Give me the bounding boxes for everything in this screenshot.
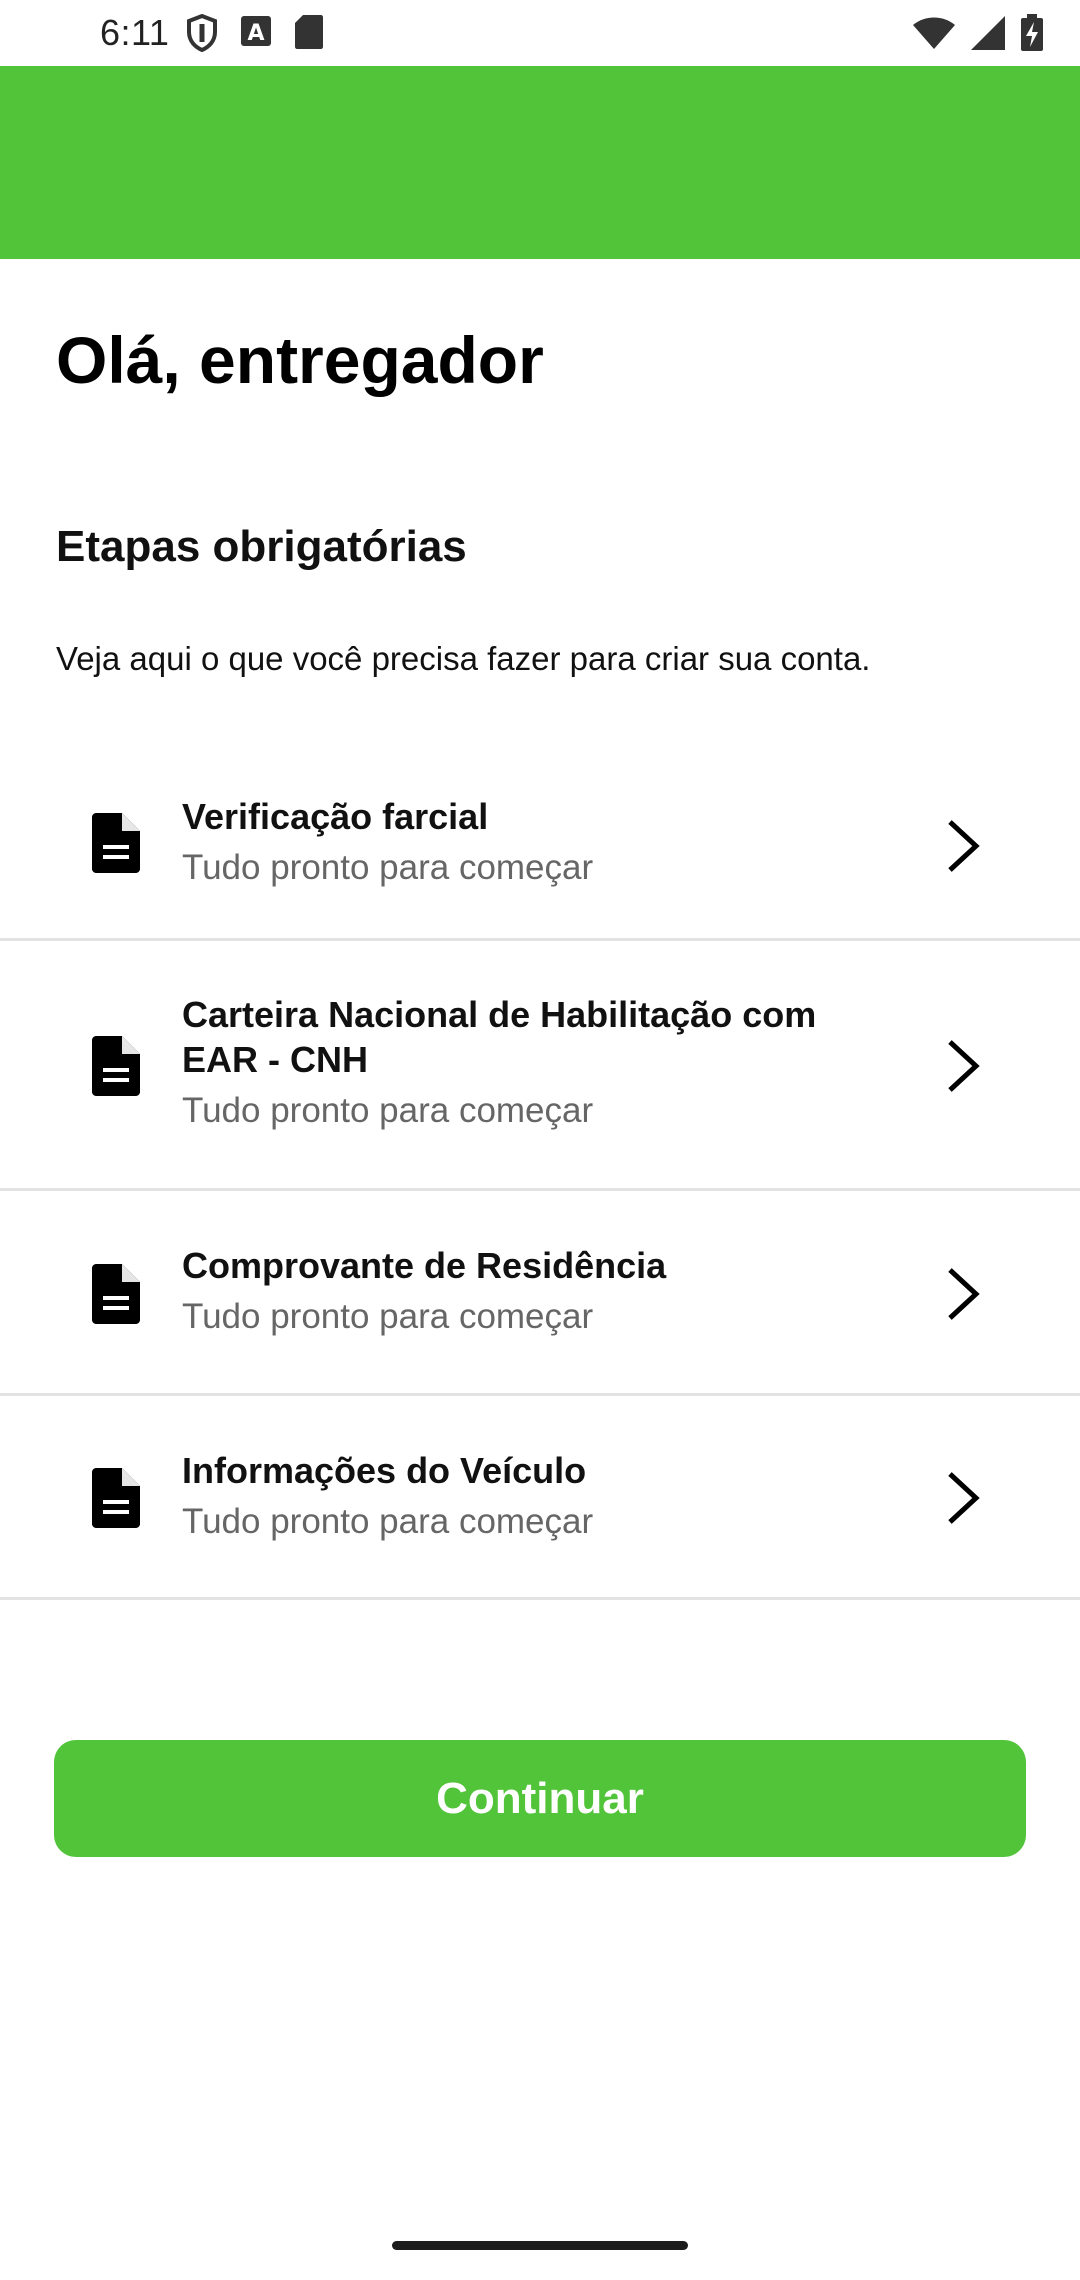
step-item-vehicle-info[interactable]: Informações do Veículo Tudo pronto para … bbox=[0, 1396, 1080, 1600]
section-description: Veja aqui o que você precisa fazer para … bbox=[56, 640, 871, 677]
continue-button[interactable]: Continuar bbox=[54, 1740, 1026, 1857]
step-item-proof-of-residence[interactable]: Comprovante de Residência Tudo pronto pa… bbox=[0, 1191, 1080, 1396]
document-icon bbox=[92, 1468, 140, 1528]
status-system-icons bbox=[912, 14, 1044, 52]
chevron-right-icon bbox=[944, 1038, 984, 1094]
status-time: 6:11 bbox=[100, 12, 170, 53]
sd-card-icon bbox=[294, 14, 324, 52]
home-indicator[interactable] bbox=[392, 2241, 688, 2250]
document-icon bbox=[92, 813, 140, 873]
shield-icon bbox=[186, 14, 218, 52]
cell-signal-icon bbox=[970, 15, 1006, 51]
step-title: Verificação farcial bbox=[182, 796, 489, 837]
step-title: Comprovante de Residência bbox=[182, 1245, 667, 1286]
header-banner bbox=[0, 66, 1080, 259]
step-subtitle: Tudo pronto para começar bbox=[182, 848, 594, 887]
battery-charging-icon bbox=[1020, 14, 1044, 52]
status-bar: 6:11 A bbox=[0, 0, 1080, 66]
wifi-icon bbox=[912, 16, 956, 50]
chevron-right-icon bbox=[944, 818, 984, 874]
a-notification-icon: A bbox=[240, 14, 272, 52]
step-item-facial-verification[interactable]: Verificação farcial Tudo pronto para com… bbox=[0, 752, 1080, 941]
step-title: Informações do Veículo bbox=[182, 1450, 587, 1491]
step-subtitle: Tudo pronto para começar bbox=[182, 1091, 594, 1130]
step-subtitle: Tudo pronto para começar bbox=[182, 1297, 594, 1336]
step-item-cnh[interactable]: Carteira Nacional de Habilitação com EAR… bbox=[0, 941, 1080, 1191]
step-subtitle: Tudo pronto para começar bbox=[182, 1502, 594, 1541]
document-icon bbox=[92, 1036, 140, 1096]
document-icon bbox=[92, 1264, 140, 1324]
svg-text:A: A bbox=[247, 21, 264, 46]
step-title: Carteira Nacional de Habilitação com EAR… bbox=[182, 994, 817, 1080]
page-title: Olá, entregador bbox=[56, 323, 544, 397]
chevron-right-icon bbox=[944, 1266, 984, 1322]
section-title: Etapas obrigatórias bbox=[56, 522, 467, 571]
status-notification-icons: A bbox=[186, 14, 324, 52]
chevron-right-icon bbox=[944, 1470, 984, 1526]
steps-list: Verificação farcial Tudo pronto para com… bbox=[0, 752, 1080, 1600]
